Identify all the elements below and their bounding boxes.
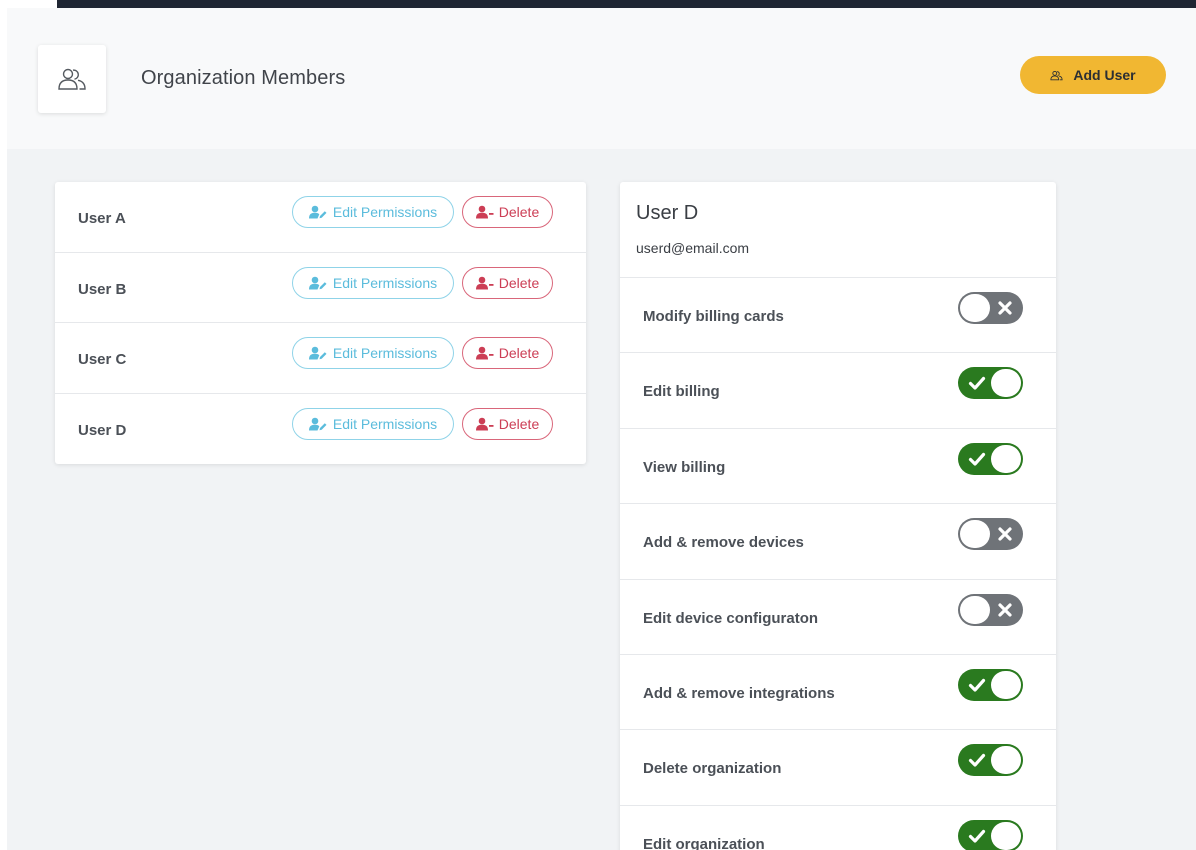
user-name: User B bbox=[78, 280, 127, 298]
user-name: User A bbox=[78, 210, 126, 227]
permission-row-4: Edit device configuraton bbox=[620, 580, 1056, 655]
check-icon bbox=[968, 678, 986, 692]
user-name: User D bbox=[78, 421, 127, 439]
check-icon bbox=[968, 754, 986, 767]
toggle-knob bbox=[960, 294, 990, 322]
permission-row-0: Modify billing cards bbox=[620, 278, 1056, 354]
toggle-knob bbox=[960, 595, 990, 624]
permissions-panel: User D userd@email.com Modify billing ca… bbox=[620, 182, 1056, 850]
user-minus-icon bbox=[475, 205, 494, 219]
permission-label: View billing bbox=[643, 458, 726, 476]
delete-user-button[interactable]: Delete bbox=[462, 196, 553, 228]
user-minus-icon bbox=[475, 276, 494, 289]
permission-toggle[interactable] bbox=[958, 367, 1023, 400]
top-bar bbox=[57, 0, 1196, 8]
check-icon bbox=[968, 377, 986, 390]
user-row-a: User A Edit Permissions Delete bbox=[55, 182, 586, 253]
user-edit-icon bbox=[308, 276, 327, 289]
delete-user-button[interactable]: Delete bbox=[462, 407, 553, 440]
permission-label: Add & remove integrations bbox=[643, 684, 835, 702]
edit-permissions-label: Edit Permissions bbox=[332, 415, 438, 432]
toggle-knob bbox=[991, 746, 1021, 775]
selected-user-email: userd@email.com bbox=[636, 240, 750, 256]
permission-label: Edit organization bbox=[643, 835, 765, 850]
x-icon bbox=[998, 602, 1012, 617]
page-header: Organization Members Add User bbox=[7, 8, 1196, 149]
selected-user-name: User D bbox=[636, 202, 699, 224]
delete-user-label: Delete bbox=[498, 345, 540, 361]
permission-label: Edit device configuraton bbox=[643, 609, 819, 627]
permission-row-5: Add & remove integrations bbox=[620, 655, 1056, 731]
permission-row-7: Edit organization bbox=[620, 806, 1056, 850]
x-icon bbox=[998, 527, 1012, 541]
toggle-knob bbox=[991, 670, 1021, 699]
permission-toggle[interactable] bbox=[958, 593, 1023, 626]
x-icon bbox=[998, 301, 1012, 315]
user-name: User C bbox=[78, 351, 127, 368]
page-title: Organization Members bbox=[141, 67, 346, 89]
page: Organization Members Add User User A Edi… bbox=[7, 8, 1196, 850]
permission-toggle[interactable] bbox=[958, 668, 1023, 701]
user-edit-icon bbox=[308, 346, 327, 360]
users-outline-icon bbox=[58, 68, 86, 90]
selected-user-header: User D userd@email.com bbox=[620, 182, 1056, 278]
permission-label: Modify billing cards bbox=[643, 308, 784, 325]
permission-row-3: Add & remove devices bbox=[620, 504, 1056, 580]
edit-permissions-label: Edit Permissions bbox=[332, 204, 438, 220]
delete-user-button[interactable]: Delete bbox=[462, 337, 553, 369]
toggle-knob bbox=[991, 444, 1021, 473]
permission-label: Add & remove devices bbox=[643, 534, 804, 552]
permission-toggle[interactable] bbox=[958, 442, 1023, 475]
add-user-button[interactable]: Add User bbox=[1020, 56, 1166, 94]
members-icon-box bbox=[38, 45, 106, 113]
edit-permissions-button[interactable]: Edit Permissions bbox=[292, 337, 454, 369]
user-minus-icon bbox=[475, 417, 494, 430]
user-minus-icon bbox=[475, 346, 494, 360]
permission-row-2: View billing bbox=[620, 429, 1056, 505]
permission-toggle[interactable] bbox=[958, 744, 1023, 777]
user-row-d: User D Edit Permissions Delete bbox=[55, 394, 586, 465]
permission-row-6: Delete organization bbox=[620, 730, 1056, 806]
permission-row-1: Edit billing bbox=[620, 353, 1056, 429]
delete-user-button[interactable]: Delete bbox=[462, 266, 553, 299]
edit-permissions-button[interactable]: Edit Permissions bbox=[292, 407, 454, 440]
add-user-label: Add User bbox=[1073, 67, 1136, 83]
delete-user-label: Delete bbox=[498, 204, 540, 220]
check-icon bbox=[968, 452, 986, 466]
edit-permissions-label: Edit Permissions bbox=[332, 345, 438, 361]
delete-user-label: Delete bbox=[498, 274, 540, 291]
user-edit-icon bbox=[308, 417, 327, 430]
toggle-knob bbox=[960, 520, 990, 549]
permission-list: Modify billing cards Edit billing View b… bbox=[620, 278, 1056, 850]
permission-toggle[interactable] bbox=[958, 518, 1023, 551]
users-icon bbox=[1050, 70, 1063, 80]
edit-permissions-label: Edit Permissions bbox=[332, 274, 438, 291]
edit-permissions-button[interactable]: Edit Permissions bbox=[292, 266, 454, 299]
toggle-knob bbox=[991, 821, 1021, 850]
user-row-b: User B Edit Permissions Delete bbox=[55, 253, 586, 323]
users-list: User A Edit Permissions Delete User B Ed… bbox=[55, 182, 586, 464]
user-row-c: User C Edit Permissions Delete bbox=[55, 323, 586, 394]
permission-toggle[interactable] bbox=[958, 292, 1023, 324]
permission-label: Delete organization bbox=[643, 760, 782, 778]
delete-user-label: Delete bbox=[498, 415, 540, 432]
permission-toggle[interactable] bbox=[958, 819, 1023, 850]
permission-label: Edit billing bbox=[643, 383, 720, 401]
toggle-knob bbox=[991, 369, 1021, 398]
edit-permissions-button[interactable]: Edit Permissions bbox=[292, 196, 454, 228]
user-edit-icon bbox=[308, 205, 327, 219]
check-icon bbox=[968, 829, 986, 843]
